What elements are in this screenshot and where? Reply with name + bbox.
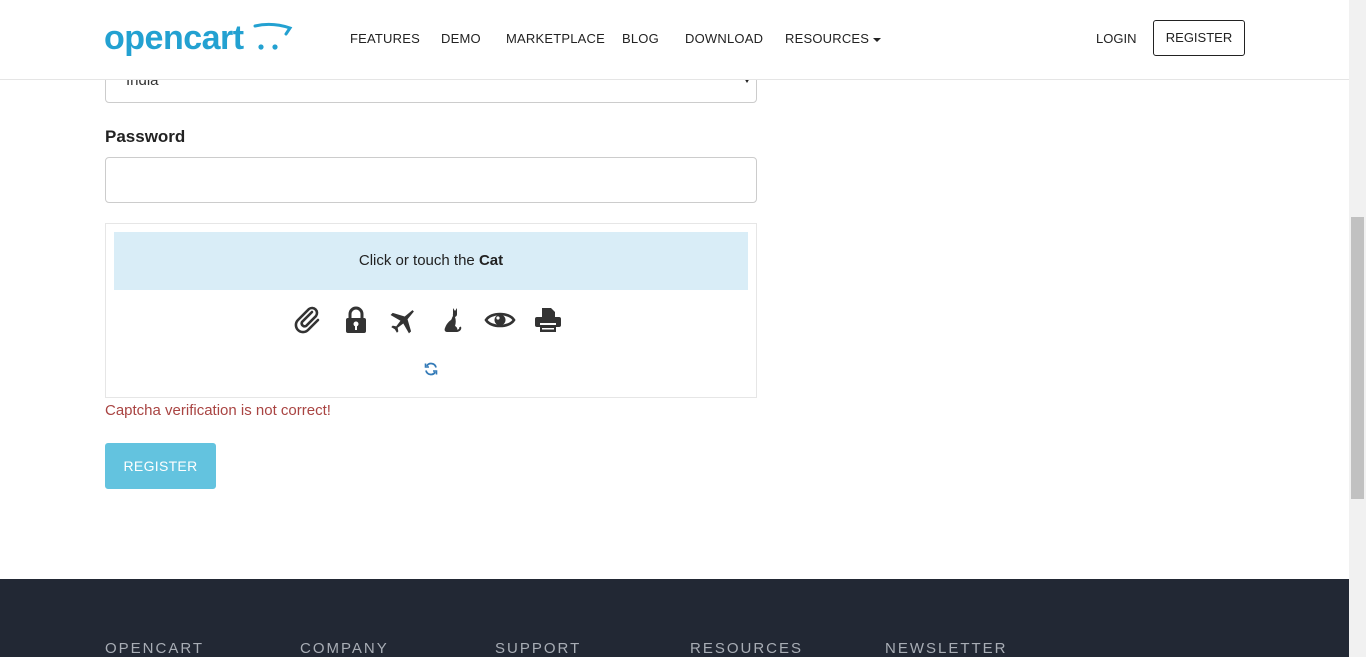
captcha-prompt-target: Cat bbox=[478, 252, 504, 269]
captcha-panel: Click or touch the Cat bbox=[105, 223, 757, 398]
paperclip-icon[interactable] bbox=[292, 304, 324, 336]
footer-heading-resources: RESOURCES bbox=[690, 640, 804, 657]
svg-text:opencart: opencart bbox=[104, 20, 244, 57]
opencart-logo[interactable]: opencart bbox=[104, 19, 294, 60]
nav-resources[interactable]: RESOURCES bbox=[785, 31, 882, 46]
password-label: Password bbox=[105, 127, 186, 146]
page-content: India Password Click or touch the Cat Ca… bbox=[0, 0, 1349, 657]
nav-marketplace[interactable]: MARKETPLACE bbox=[506, 31, 605, 46]
refresh-icon[interactable] bbox=[424, 362, 438, 376]
airplane-icon[interactable] bbox=[388, 304, 420, 336]
captcha-icon-row bbox=[292, 304, 572, 336]
cat-icon[interactable] bbox=[436, 304, 468, 336]
login-link[interactable]: LOGIN bbox=[1096, 31, 1136, 46]
footer-heading-support: SUPPORT bbox=[495, 640, 582, 657]
captcha-prompt-prefix: Click or touch the bbox=[358, 252, 479, 269]
nav-demo[interactable]: DEMO bbox=[441, 31, 481, 46]
nav-features[interactable]: FEATURES bbox=[350, 31, 420, 46]
nav-blog[interactable]: BLOG bbox=[622, 31, 659, 46]
register-submit-button[interactable]: REGISTER bbox=[105, 443, 216, 489]
footer-heading-opencart: OPENCART bbox=[105, 640, 205, 657]
footer-heading-newsletter: NEWSLETTER bbox=[885, 640, 1008, 657]
captcha-error-message: Captcha verification is not correct! bbox=[105, 402, 331, 419]
password-field[interactable] bbox=[105, 157, 757, 203]
nav-resources-label: RESOURCES bbox=[785, 31, 870, 46]
nav-download[interactable]: DOWNLOAD bbox=[685, 31, 763, 46]
caret-down-icon bbox=[873, 37, 882, 42]
footer-heading-company: COMPANY bbox=[300, 640, 389, 657]
vertical-scrollbar[interactable] bbox=[1349, 0, 1366, 657]
captcha-prompt: Click or touch the Cat bbox=[114, 232, 748, 290]
top-navbar: opencart FEATURES DEMO MARKETPLACE BLOG … bbox=[0, 0, 1349, 80]
lock-icon[interactable] bbox=[340, 304, 372, 336]
printer-icon[interactable] bbox=[532, 304, 564, 336]
scrollbar-thumb[interactable] bbox=[1351, 217, 1364, 499]
eye-icon[interactable] bbox=[484, 304, 516, 336]
footer: OPENCART COMPANY SUPPORT RESOURCES NEWSL… bbox=[0, 579, 1349, 657]
register-nav-button[interactable]: REGISTER bbox=[1153, 20, 1245, 56]
